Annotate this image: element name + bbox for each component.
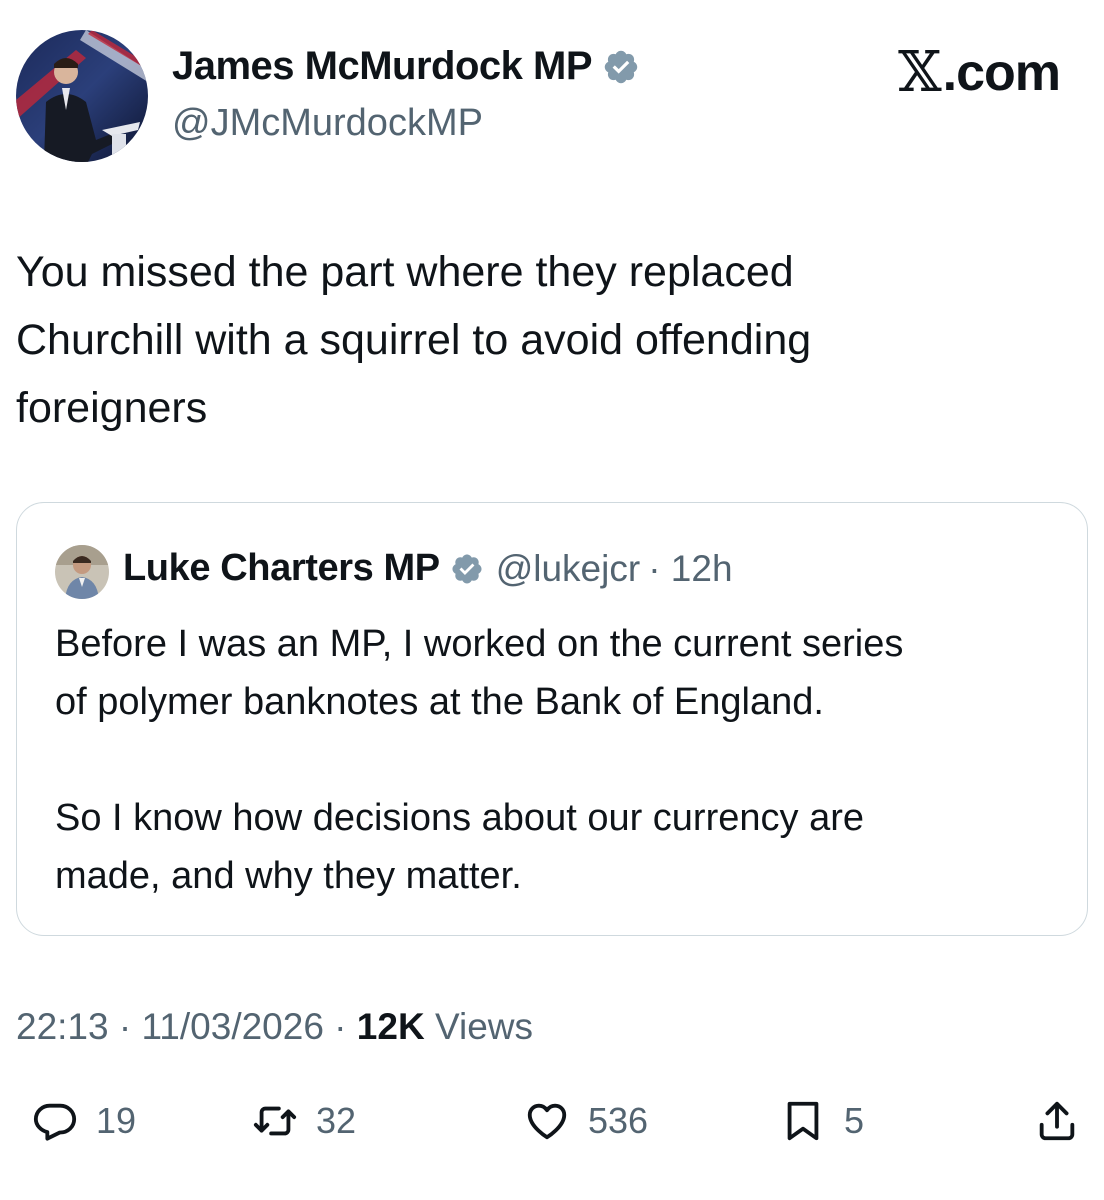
author-name-text[interactable]: James McMurdock MP <box>172 44 593 89</box>
repost-icon <box>253 1106 297 1136</box>
reply-icon <box>33 1103 77 1141</box>
repost-count: 32 <box>316 1100 357 1141</box>
author-avatar[interactable] <box>16 30 148 162</box>
reply-button[interactable]: 19 <box>32 1098 136 1144</box>
quote-text: Before I was an MP, I worked on the curr… <box>55 615 1075 905</box>
verified-badge-icon <box>604 50 638 83</box>
quote-line: So I know how decisions about our curren… <box>55 797 864 839</box>
quote-header: Luke Charters MP @lukejcr · 12h <box>123 547 733 590</box>
author-name[interactable]: James McMurdock MP <box>172 44 640 89</box>
quote-avatar[interactable] <box>55 545 109 599</box>
bookmark-icon <box>787 1101 819 1141</box>
bookmark-button[interactable]: 5 <box>780 1098 864 1144</box>
heart-icon <box>527 1103 567 1140</box>
quote-author-name[interactable]: Luke Charters MP <box>123 547 440 590</box>
tweet-text: You missed the part where they replaced … <box>16 238 1076 442</box>
quote-time: · 12h <box>648 547 733 589</box>
action-bar: 19 32 536 5 <box>0 1090 1104 1170</box>
tweet-timestamp[interactable]: 22:13 · 11/03/2026 · <box>16 1006 357 1047</box>
bookmark-count: 5 <box>844 1100 865 1141</box>
quote-line: Before I was an MP, I worked on the curr… <box>55 623 904 665</box>
quote-line: of polymer banknotes at the Bank of Engl… <box>55 681 824 723</box>
like-count: 536 <box>588 1100 649 1141</box>
brand-domain: .com <box>942 43 1061 102</box>
views-count: 12K <box>356 1006 425 1047</box>
share-button[interactable] <box>1034 1098 1080 1144</box>
quoted-tweet[interactable]: Luke Charters MP @lukejcr · 12h Before I… <box>16 502 1088 936</box>
tweet-line: Churchill with a squirrel to avoid offen… <box>16 316 812 364</box>
quote-line: made, and why they matter. <box>55 855 522 897</box>
tweet-line: foreigners <box>16 384 208 432</box>
share-icon <box>1039 1101 1075 1141</box>
tweet-line: You missed the part where they replaced <box>16 248 794 296</box>
x-logo-icon: 𝕏 <box>898 40 941 105</box>
quote-author-handle[interactable]: @lukejcr <box>496 548 640 590</box>
views-label: Views <box>424 1006 533 1047</box>
author-handle[interactable]: @JMcMurdockMP <box>172 102 483 145</box>
brand-logo: 𝕏 .com <box>898 40 1061 105</box>
repost-button[interactable]: 32 <box>252 1098 356 1144</box>
like-button[interactable]: 536 <box>524 1098 648 1144</box>
reply-count: 19 <box>96 1100 137 1141</box>
verified-badge-icon <box>452 553 482 584</box>
tweet-meta: 22:13 · 11/03/2026 · 12K Views <box>16 1006 533 1048</box>
